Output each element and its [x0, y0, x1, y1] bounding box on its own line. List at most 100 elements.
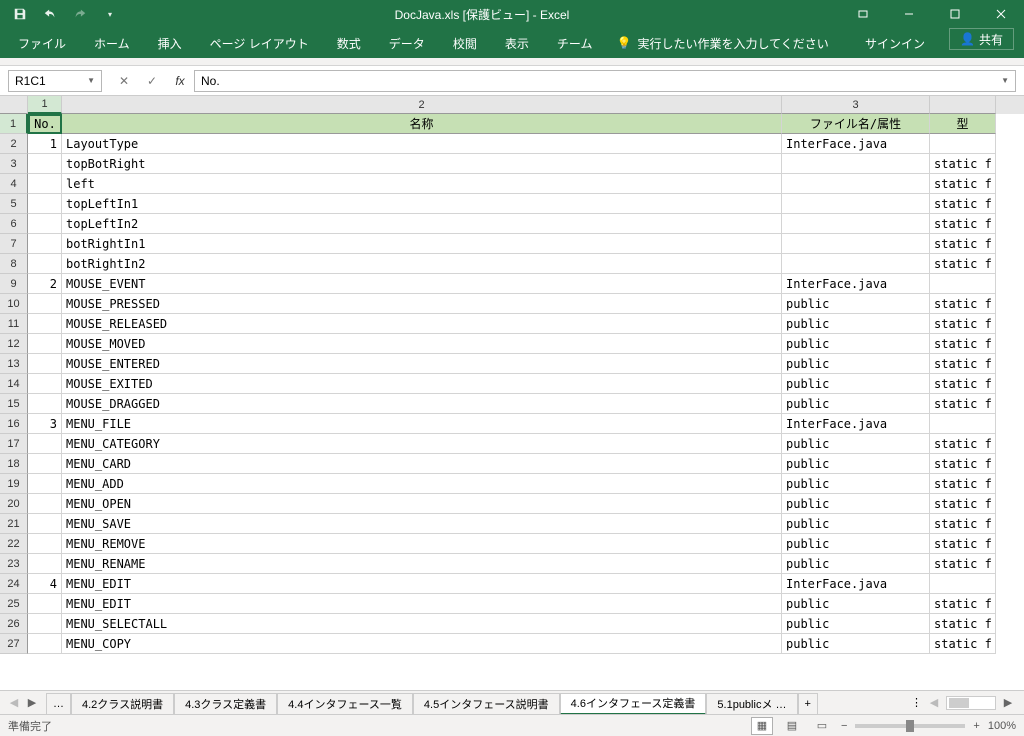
ribbon-display-icon[interactable] [840, 0, 886, 28]
tab-pagelayout[interactable]: ページ レイアウト [196, 28, 323, 58]
page-break-view-icon[interactable]: ▭ [811, 717, 833, 735]
row-header[interactable]: 24 [0, 574, 28, 594]
row-header[interactable]: 11 [0, 314, 28, 334]
cell[interactable] [28, 434, 62, 454]
cell[interactable]: LayoutType [62, 134, 782, 154]
cell[interactable]: static f [930, 174, 996, 194]
column-header[interactable]: 3 [782, 96, 930, 114]
tab-team[interactable]: チーム [543, 28, 607, 58]
cell[interactable]: static f [930, 434, 996, 454]
cell[interactable]: 1 [28, 134, 62, 154]
cell[interactable]: static f [930, 514, 996, 534]
cell[interactable]: static f [930, 194, 996, 214]
tab-review[interactable]: 校閲 [439, 28, 491, 58]
cell[interactable]: public [782, 374, 930, 394]
cell[interactable]: public [782, 314, 930, 334]
tab-file[interactable]: ファイル [0, 28, 80, 58]
enter-icon[interactable]: ✓ [138, 70, 166, 92]
row-header[interactable]: 7 [0, 234, 28, 254]
cell[interactable]: MOUSE_ENTERED [62, 354, 782, 374]
tab-view[interactable]: 表示 [491, 28, 543, 58]
cell[interactable] [28, 214, 62, 234]
cell[interactable] [28, 314, 62, 334]
tab-data[interactable]: データ [375, 28, 439, 58]
cell[interactable] [28, 614, 62, 634]
redo-icon[interactable] [66, 2, 94, 26]
fx-icon[interactable]: fx [166, 70, 194, 92]
row-header[interactable]: 13 [0, 354, 28, 374]
cell[interactable]: public [782, 614, 930, 634]
column-header[interactable] [930, 96, 996, 114]
cell[interactable]: public [782, 434, 930, 454]
zoom-level[interactable]: 100% [988, 720, 1016, 732]
cell[interactable]: static f [930, 154, 996, 174]
sheet-tab[interactable]: 5.1publicメ … [706, 693, 797, 715]
cell[interactable] [28, 294, 62, 314]
row-header[interactable]: 5 [0, 194, 28, 214]
select-all-corner[interactable] [0, 96, 28, 114]
row-header[interactable]: 20 [0, 494, 28, 514]
cell[interactable] [28, 394, 62, 414]
row-header[interactable]: 21 [0, 514, 28, 534]
worksheet-grid[interactable]: 1 2 3 1No.名称ファイル名/属性型21LayoutTypeInterFa… [0, 96, 1024, 690]
row-header[interactable]: 8 [0, 254, 28, 274]
cell[interactable]: public [782, 554, 930, 574]
cell[interactable]: botRightIn1 [62, 234, 782, 254]
zoom-out-icon[interactable]: − [841, 720, 847, 732]
cancel-icon[interactable]: ✕ [110, 70, 138, 92]
cell[interactable]: static f [930, 314, 996, 334]
minimize-icon[interactable] [886, 0, 932, 28]
cell[interactable] [28, 594, 62, 614]
cell[interactable] [28, 534, 62, 554]
cell[interactable] [28, 234, 62, 254]
row-header[interactable]: 19 [0, 474, 28, 494]
cell[interactable]: MOUSE_EVENT [62, 274, 782, 294]
cell[interactable]: static f [930, 634, 996, 654]
close-icon[interactable] [978, 0, 1024, 28]
cell[interactable] [782, 254, 930, 274]
cell[interactable]: 型 [930, 114, 996, 134]
cell[interactable]: MENU_REMOVE [62, 534, 782, 554]
cell[interactable]: public [782, 294, 930, 314]
row-header[interactable]: 23 [0, 554, 28, 574]
cell[interactable] [930, 274, 996, 294]
cell[interactable]: MENU_ADD [62, 474, 782, 494]
tab-insert[interactable]: 挿入 [144, 28, 196, 58]
share-button[interactable]: 👤 共有 [949, 28, 1014, 50]
cell[interactable] [28, 254, 62, 274]
cell[interactable] [28, 154, 62, 174]
cell[interactable]: MOUSE_RELEASED [62, 314, 782, 334]
sheet-nav-next-icon[interactable]: ▶ [24, 695, 40, 711]
tab-home[interactable]: ホーム [80, 28, 144, 58]
cell[interactable] [28, 454, 62, 474]
cell[interactable]: topBotRight [62, 154, 782, 174]
row-header[interactable]: 16 [0, 414, 28, 434]
cell[interactable]: MENU_SAVE [62, 514, 782, 534]
cell[interactable]: public [782, 474, 930, 494]
undo-icon[interactable] [36, 2, 64, 26]
cell[interactable]: 名称 [62, 114, 782, 134]
cell[interactable]: static f [930, 234, 996, 254]
row-header[interactable]: 6 [0, 214, 28, 234]
row-header[interactable]: 9 [0, 274, 28, 294]
cell[interactable] [28, 334, 62, 354]
maximize-icon[interactable] [932, 0, 978, 28]
cell[interactable]: public [782, 634, 930, 654]
cell[interactable]: public [782, 594, 930, 614]
sheet-tab[interactable]: 4.6インタフェース定義書 [560, 693, 707, 715]
qat-customize-icon[interactable]: ▾ [96, 2, 124, 26]
cell[interactable]: static f [930, 214, 996, 234]
cell[interactable]: static f [930, 454, 996, 474]
cell[interactable]: 2 [28, 274, 62, 294]
signin-button[interactable]: サインイン [851, 28, 939, 58]
cell[interactable]: static f [930, 374, 996, 394]
row-header[interactable]: 4 [0, 174, 28, 194]
cell[interactable] [782, 194, 930, 214]
cell[interactable]: InterFace.java [782, 274, 930, 294]
sheet-nav-prev-icon[interactable]: ◀ [6, 695, 22, 711]
zoom-in-icon[interactable]: + [973, 720, 979, 732]
sheet-tab-overflow[interactable]: … [46, 693, 71, 715]
save-icon[interactable] [6, 2, 34, 26]
cell[interactable]: InterFace.java [782, 134, 930, 154]
cell[interactable]: static f [930, 254, 996, 274]
